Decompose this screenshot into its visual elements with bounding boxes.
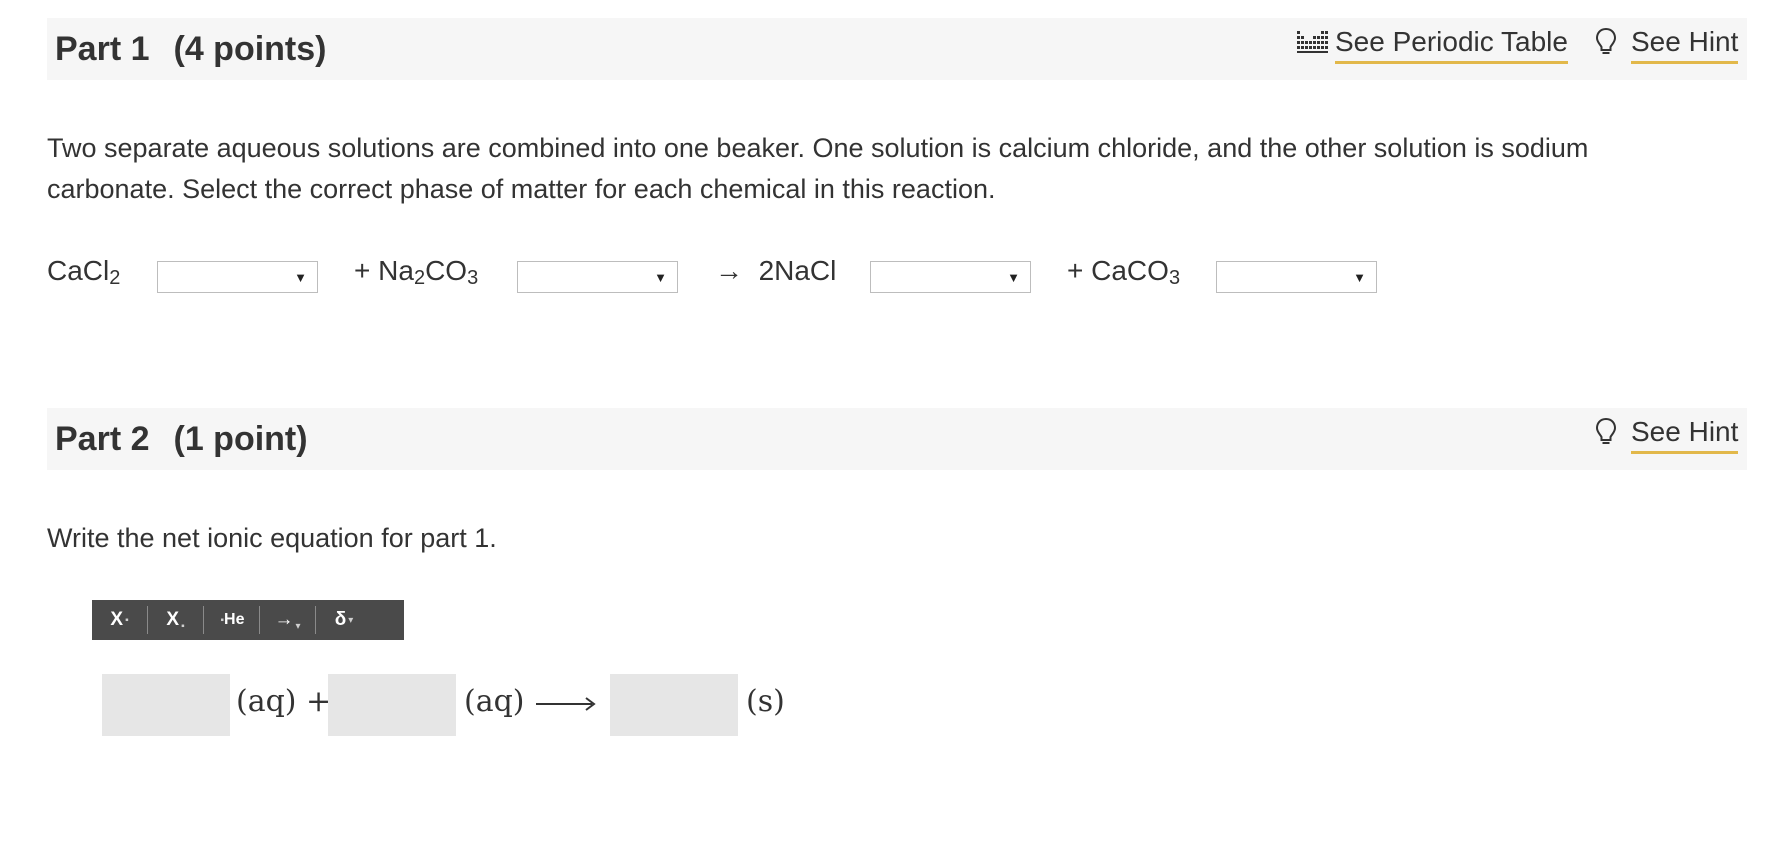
product-2nacl: → 2NaCl <box>715 255 837 286</box>
lightbulb-icon <box>1595 417 1617 454</box>
delta-button[interactable]: δ ▾ <box>316 606 372 634</box>
phase-label-3: (s) <box>746 684 785 719</box>
reaction-arrow-icon <box>534 694 598 719</box>
chevron-down-icon: ▼ <box>1007 270 1020 285</box>
phase-select-cacl2[interactable]: ▼ <box>157 261 318 293</box>
reactant-na2co3: + Na2CO3 <box>354 255 479 289</box>
phase-label-2: (aq) <box>464 684 525 719</box>
part2-header: Part 2 (1 point) See Hint <box>47 408 1747 470</box>
equation-toolbar: X ▪ X ▪ ▪ He → ▾ δ ▾ <box>92 600 404 640</box>
answer-input-2[interactable] <box>328 674 456 736</box>
net-ionic-answer-row: (aq) + (aq) (s) <box>102 674 802 736</box>
product-caco3: + CaCO3 <box>1067 255 1181 289</box>
see-periodic-table-link[interactable]: See Periodic Table <box>1297 26 1568 64</box>
subscript-button[interactable]: X ▪ <box>148 606 204 634</box>
part1-title: Part 1 (4 points) <box>55 30 326 69</box>
lightbulb-icon <box>1595 27 1617 64</box>
reactant-cacl2: CaCl2 <box>47 255 121 289</box>
part2-question: Write the net ionic equation for part 1. <box>47 523 497 553</box>
part1-question: Two separate aqueous solutions are combi… <box>47 133 1589 204</box>
part1-see-hint-label: See Hint <box>1631 26 1739 64</box>
answer-input-3[interactable] <box>610 674 738 736</box>
phase-select-na2co3[interactable]: ▼ <box>517 261 678 293</box>
part2-title: Part 2 (1 point) <box>55 420 308 459</box>
part2-title-text: Part 2 <box>55 420 150 458</box>
superscript-button[interactable]: X ▪ <box>92 606 148 634</box>
answer-input-1[interactable] <box>102 674 230 736</box>
part2-see-hint-label: See Hint <box>1631 416 1739 454</box>
arrow-button[interactable]: → ▾ <box>260 606 316 634</box>
part2-see-hint-link[interactable]: See Hint <box>1595 416 1739 454</box>
phase-label-1: (aq) + <box>236 684 332 719</box>
chevron-down-icon: ▼ <box>294 270 307 285</box>
element-button[interactable]: ▪ He <box>204 606 260 634</box>
part2-points: (1 point) <box>173 420 308 458</box>
part1-header: Part 1 (4 points) See Periodic Table See… <box>47 18 1747 80</box>
part1-see-hint-link[interactable]: See Hint <box>1595 26 1739 64</box>
part1-title-text: Part 1 <box>55 30 150 68</box>
chevron-down-icon: ▼ <box>1353 270 1366 285</box>
phase-select-nacl[interactable]: ▼ <box>870 261 1031 293</box>
chevron-down-icon: ▼ <box>654 270 667 285</box>
part1-points: (4 points) <box>173 30 327 68</box>
reaction-arrow: → <box>715 255 743 286</box>
periodic-table-icon <box>1297 29 1329 62</box>
phase-select-caco3[interactable]: ▼ <box>1216 261 1377 293</box>
see-periodic-table-label: See Periodic Table <box>1335 26 1568 64</box>
part1-equation: CaCl2 ▼ + Na2CO3 ▼ → 2NaCl ▼ + CaCO3 ▼ <box>47 255 1447 295</box>
